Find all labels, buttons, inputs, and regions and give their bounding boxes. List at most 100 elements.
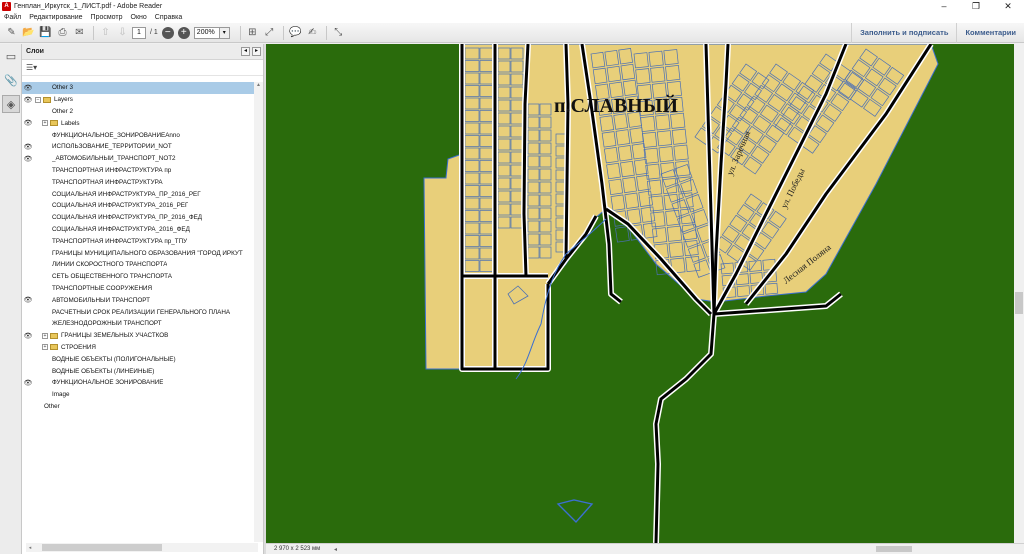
restore-icon[interactable]: ❐ [960,0,992,12]
layer-row[interactable]: ВОДНЫЕ ОБЪЕКТЫ (ПОЛИГОНАЛЬНЫЕ) [22,353,254,365]
toolbar-divider [282,25,284,40]
email-icon[interactable]: ✉ [72,25,87,40]
layers-icon[interactable]: ◈ [2,95,20,113]
open-folder-icon[interactable]: 📂 [21,25,36,40]
layer-row[interactable]: ТРАНСПОРТНАЯ ИНФРАСТРУКТУРА пр [22,165,254,177]
expand-collapse-icon[interactable]: − [35,96,41,103]
options-menu-icon[interactable]: ☰▾ [26,63,37,72]
menu-edit[interactable]: Редактирование [29,14,82,21]
highlight-icon[interactable]: ✍ [305,25,320,40]
layer-row[interactable]: СОЦИАЛЬНАЯ ИНФРАСТРУКТУРА_ПР_2016_ФЕД [22,212,254,224]
scroll-up-icon[interactable]: ▲ [254,82,263,88]
visibility-eye-icon[interactable]: 👁 [22,332,34,340]
previous-page-icon[interactable]: ⇧ [98,25,113,40]
layer-label: _АВТОМОБИЛЬНЫЙ_ТРАНСПОРТ_NOT2 [52,155,176,163]
layer-row[interactable]: ФУНКЦИОНАЛЬНОЕ_ЗОНИРОВАНИЕAnno [22,129,254,141]
layer-row[interactable]: ТРАНСПОРТНАЯ ИНФРАСТРУКТУРА [22,176,254,188]
visibility-eye-icon[interactable]: 👁 [22,143,34,151]
attachments-icon[interactable]: 📎 [2,71,20,89]
comments-button[interactable]: Комментарии [956,23,1024,43]
layer-label: СОЦИАЛЬНАЯ ИНФРАСТРУКТУРА_2016_РЕГ [52,202,189,210]
comment-icon[interactable]: 💬 [288,25,303,40]
zoom-dropdown-icon[interactable]: ▾ [219,26,230,39]
menu-view[interactable]: Просмотр [91,14,123,21]
layer-row[interactable]: РАСЧЕТНЫЙ СРОК РЕАЛИЗАЦИИ ГЕНЕРАЛЬНОГО П… [22,306,254,318]
layer-row[interactable]: 👁 − Layers [22,94,254,106]
print-icon[interactable]: ⎙ [55,25,70,40]
save-icon[interactable]: 💾 [38,25,53,40]
panel-menu-icon[interactable]: ▸ [252,47,261,56]
document-viewport[interactable]: п.СЛАВНЫЙ ул. Заречная ул. Победы Лесная… [266,44,1014,543]
layer-row[interactable]: СОЦИАЛЬНАЯ ИНФРАСТРУКТУРА_ПР_2016_РЕГ [22,188,254,200]
layer-row[interactable]: ЖЕЛЕЗНОДОРОЖНЫЙ ТРАНСПОРТ [22,318,254,330]
next-page-icon[interactable]: ⇩ [115,25,130,40]
layer-row[interactable]: 👁 _АВТОМОБИЛЬНЫЙ_ТРАНСПОРТ_NOT2 [22,153,254,165]
horizontal-scrollbar-thumb[interactable] [876,546,912,552]
fit-page-icon[interactable]: ⊞ [245,25,260,40]
layer-row[interactable]: ВОДНЫЕ ОБЪЕКТЫ (ЛИНЕЙНЫЕ) [22,365,254,377]
settlement-label: п.СЛАВНЫЙ [554,94,678,117]
zoom-out-icon[interactable]: − [161,26,174,39]
close-icon[interactable]: ✕ [992,0,1024,12]
create-pdf-icon[interactable]: ✎ [4,25,19,40]
layers-vertical-scrollbar[interactable]: ▲ [254,82,263,542]
visibility-eye-icon[interactable]: 👁 [22,379,34,387]
visibility-eye-icon[interactable]: 👁 [22,96,34,104]
layer-label: Other 3 [52,84,73,92]
document-vertical-scrollbar[interactable] [1014,44,1024,543]
status-bar: 2 970 x 2 523 мм ◂ [266,543,1024,554]
expand-collapse-icon[interactable]: + [42,332,48,339]
visibility-eye-icon[interactable]: 👁 [22,155,34,163]
page-thumbnails-icon[interactable]: ▭ [2,47,20,65]
layer-row[interactable]: 👁 + ГРАНИЦЫ ЗЕМЕЛЬНЫХ УЧАСТКОВ [22,330,254,342]
layer-row[interactable]: СОЦИАЛЬНАЯ ИНФРАСТРУКТУРА_2016_РЕГ [22,200,254,212]
layer-row[interactable]: ТРАНСПОРТНЫЕ СООРУЖЕНИЯ [22,283,254,295]
menu-window[interactable]: Окно [131,14,147,21]
layer-row[interactable]: 👁 ИСПОЛЬЗОВАНИЕ_ТЕРРИТОРИИ_NOT [22,141,254,153]
layers-options: ☰▾ [22,60,263,76]
zoom-in-icon[interactable]: + [177,26,190,39]
layers-horizontal-scrollbar[interactable]: ◂ [26,543,258,552]
layer-row[interactable]: Other 2 [22,106,254,118]
visibility-eye-icon[interactable]: 👁 [22,84,34,92]
toolbar-divider [239,25,241,40]
layer-row[interactable]: 👁 АВТОМОБИЛЬНЫЙ ТРАНСПОРТ [22,294,254,306]
layer-label: СОЦИАЛЬНАЯ ИНФРАСТРУКТУРА_ПР_2016_РЕГ [52,190,201,198]
minimize-icon[interactable]: – [928,0,960,12]
layer-row[interactable]: ГРАНИЦЫ МУНИЦИПАЛЬНОГО ОБРАЗОВАНИЯ "ГОРО… [22,247,254,259]
layer-row[interactable]: СОЦИАЛЬНАЯ ИНФРАСТРУКТУРА_2016_ФЕД [22,224,254,236]
layer-row[interactable]: Other [22,401,254,413]
layer-row[interactable]: Image [22,389,254,401]
scrollbar-thumb[interactable] [1015,292,1023,314]
visibility-eye-icon[interactable]: 👁 [22,296,34,304]
scroll-left-icon[interactable]: ◂ [334,546,342,553]
layers-panel-header: Слои ◂ ▸ [22,44,263,60]
layer-label: РАСЧЕТНЫЙ СРОК РЕАЛИЗАЦИИ ГЕНЕРАЛЬНОГО П… [52,308,231,316]
layer-label: ФУНКЦИОНАЛЬНОЕ_ЗОНИРОВАНИЕAnno [52,131,180,139]
layer-row[interactable]: СЕТЬ ОБЩЕСТВЕННОГО ТРАНСПОРТА [22,271,254,283]
menu-help[interactable]: Справка [155,14,182,21]
layer-row[interactable]: ТРАНСПОРТНАЯ ИНФРАСТРУКТУРА пр_ТПУ [22,235,254,247]
collapse-panel-icon[interactable]: ◂ [241,47,250,56]
page-number-input[interactable]: 1 [132,26,146,39]
zoom-input[interactable]: 200% [193,26,220,39]
layer-row[interactable]: 👁 ФУНКЦИОНАЛЬНОЕ ЗОНИРОВАНИЕ [22,377,254,389]
layer-label: СОЦИАЛЬНАЯ ИНФРАСТРУКТУРА_ПР_2016_ФЕД [52,214,203,222]
layer-row[interactable]: + СТРОЕНИЯ [22,342,254,354]
fit-width-icon[interactable]: ⤢ [262,25,277,40]
layer-row[interactable]: ЛИНИИ СКОРОСТНОГО ТРАНСПОРТА [22,259,254,271]
layer-label: ТРАНСПОРТНАЯ ИНФРАСТРУКТУРА [52,178,163,186]
visibility-eye-icon[interactable]: 👁 [22,119,34,127]
layer-row[interactable]: 👁 Other 3 [22,82,254,94]
expand-collapse-icon[interactable]: + [42,120,48,127]
scroll-left-icon[interactable]: ◂ [26,545,34,551]
menu-file[interactable]: Файл [4,14,21,21]
scrollbar-thumb[interactable] [42,544,162,551]
layer-label: ИСПОЛЬЗОВАНИЕ_ТЕРРИТОРИИ_NOT [52,143,172,151]
expand-icon[interactable]: ⤡ [331,25,346,40]
fill-sign-button[interactable]: Заполнить и подписать [851,23,956,43]
page-total: / 1 [150,29,158,36]
folder-icon [50,344,58,351]
expand-collapse-icon[interactable]: + [42,344,48,351]
layer-row[interactable]: 👁 + Labels [22,117,254,129]
